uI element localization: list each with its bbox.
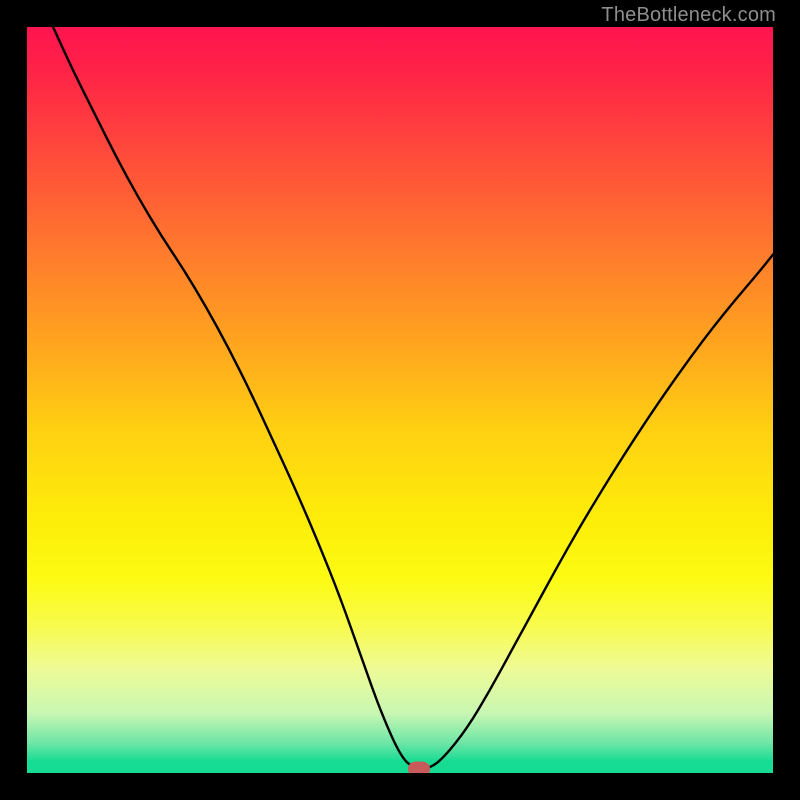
chart-stage: TheBottleneck.com xyxy=(0,0,800,800)
plot-area xyxy=(27,27,773,773)
watermark-text: TheBottleneck.com xyxy=(601,4,776,27)
bottleneck-curve xyxy=(27,27,773,773)
bottleneck-marker xyxy=(408,761,430,773)
